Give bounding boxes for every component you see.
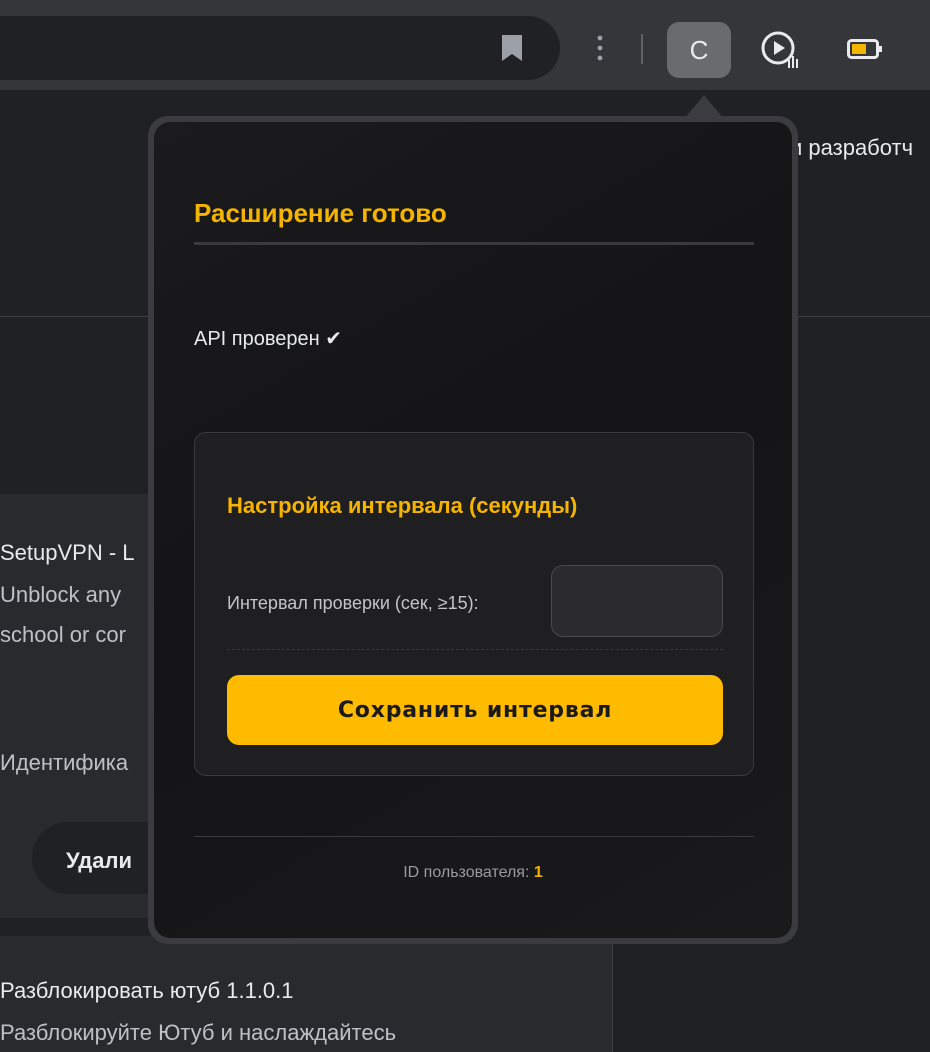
menu-icon[interactable] <box>594 34 606 62</box>
save-interval-button[interactable]: Сохранить интервал <box>227 675 723 745</box>
extension-card-desc-line1: Unblock any <box>0 582 122 607</box>
user-id-label: ID пользователя: <box>403 864 530 881</box>
interval-input[interactable] <box>551 565 723 637</box>
popup-title: Расширение готово <box>194 198 447 228</box>
user-id-footer: ID пользователя: 1 <box>154 864 792 882</box>
battery-icon[interactable] <box>847 38 883 60</box>
settings-title: Настройка интервала (секунды) <box>227 493 578 518</box>
remove-button-label: Удали <box>66 848 132 873</box>
extension-card2-desc: Разблокируйте Ютуб и наслаждайтесь <box>0 1020 397 1045</box>
api-status-text: API проверен ✔ <box>194 328 342 350</box>
interval-settings-panel: Настройка интервала (секунды) Интервал п… <box>194 432 754 776</box>
address-bar[interactable] <box>0 16 560 80</box>
extension-c-button[interactable]: C <box>667 22 731 78</box>
bookmark-icon[interactable] <box>500 34 524 62</box>
popup-content: Расширение готово API проверен ✔ Настрой… <box>154 122 792 938</box>
settings-divider <box>227 649 723 650</box>
title-divider <box>194 242 754 245</box>
browser-toolbar: C <box>0 0 930 90</box>
browser-window: C и разработч SetupVPN - L Unblock any s… <box>0 0 930 1052</box>
extension-card-id-label: Идентифика <box>0 750 129 775</box>
extension-card-desc-line2: school or cor <box>0 622 126 647</box>
extension-popup: Расширение готово API проверен ✔ Настрой… <box>148 116 798 944</box>
extension-card2-title: Разблокировать ютуб 1.1.0.1 <box>0 978 294 1003</box>
user-id-value: 1 <box>533 864 543 881</box>
toolbar-divider <box>641 34 643 64</box>
background-page-text: и разработч <box>790 135 914 160</box>
media-player-icon[interactable] <box>760 30 800 70</box>
interval-label: Интервал проверки (сек, ≥15): <box>227 593 479 613</box>
extension-card-title: SetupVPN - L <box>0 540 135 565</box>
footer-divider <box>194 836 754 837</box>
